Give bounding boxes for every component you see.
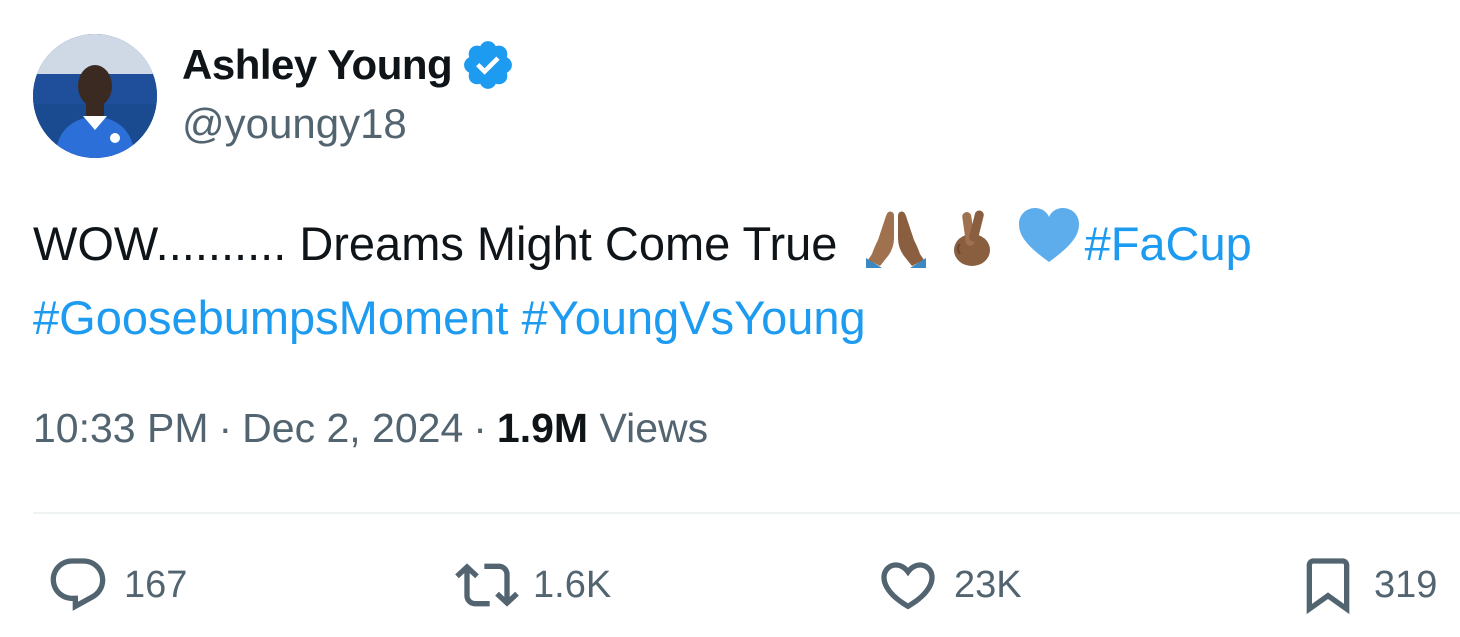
crossed-fingers-emoji-icon — [946, 204, 1000, 268]
bookmark-button[interactable]: 319 — [1296, 550, 1437, 620]
author-handle[interactable]: @youngy18 — [182, 100, 407, 148]
tweet-actions-bar: 167 1.6K 23K 319 — [0, 550, 1460, 620]
bookmark-icon — [1306, 558, 1350, 615]
retweet-count: 1.6K — [533, 563, 612, 606]
avatar-image — [33, 34, 157, 158]
heart-icon — [881, 562, 935, 610]
reply-icon — [50, 558, 106, 611]
views-label: Views — [599, 405, 709, 451]
meta-separator: · — [473, 405, 487, 451]
like-count: 23K — [954, 563, 1022, 606]
bookmark-count: 319 — [1374, 563, 1438, 606]
hashtag-facup-link[interactable]: #FaCup — [1085, 217, 1252, 270]
blue-heart-emoji-icon — [1017, 204, 1081, 268]
tweet-date[interactable]: Dec 2, 2024 — [242, 405, 463, 451]
hashtag-youngvsyoung-link[interactable]: #YoungVsYoung — [522, 291, 866, 344]
views-count: 1.9M — [496, 405, 589, 451]
tweet-meta: 10:33 PM · Dec 2, 2024 · 1.9M Views — [33, 405, 708, 452]
tweet-time[interactable]: 10:33 PM — [33, 405, 209, 451]
meta-separator: · — [218, 405, 233, 451]
like-button[interactable]: 23K — [876, 550, 1022, 620]
avatar[interactable] — [33, 34, 157, 158]
divider — [33, 512, 1460, 514]
tweet-text: WOW.......... Dreams Might Come True #Fa… — [33, 204, 1433, 355]
author-display-name[interactable]: Ashley Young — [182, 41, 453, 89]
verified-badge-icon[interactable] — [460, 37, 516, 93]
reply-count: 167 — [124, 563, 188, 606]
retweet-icon — [455, 563, 519, 607]
reply-button[interactable]: 167 — [46, 550, 187, 620]
tweet-card: Ashley Young @youngy18 WOW.......... Dre… — [0, 0, 1460, 637]
tweet-text-main: WOW.......... Dreams Might Come True — [33, 217, 838, 270]
hashtag-goosebumpsmoment-link[interactable]: #GoosebumpsMoment — [33, 291, 508, 344]
folded-hands-emoji-icon — [864, 204, 928, 268]
retweet-button[interactable]: 1.6K — [455, 550, 611, 620]
author-name-row: Ashley Young — [182, 38, 516, 92]
